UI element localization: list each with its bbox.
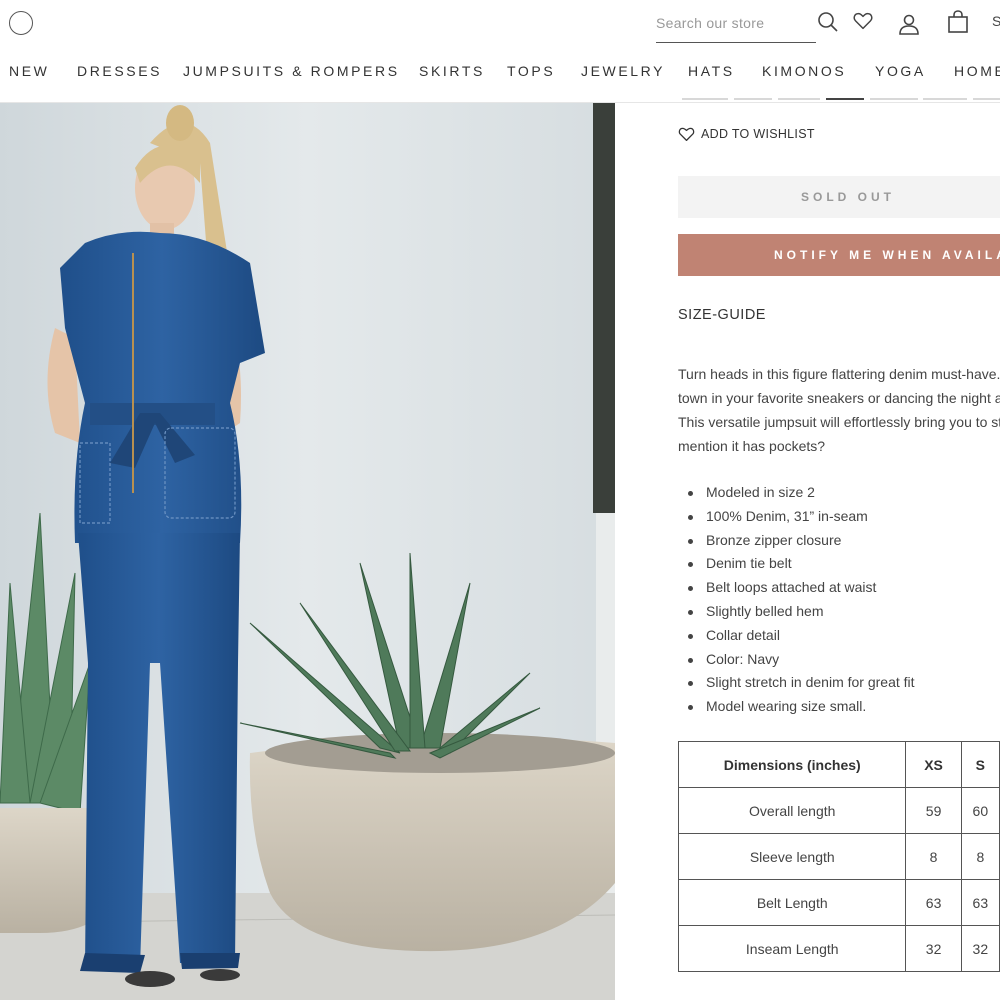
feature-item: Modeled in size 2 bbox=[688, 481, 915, 505]
description-line: mention it has pockets? bbox=[678, 438, 826, 454]
feature-item: Slight stretch in denim for great fit bbox=[688, 671, 915, 695]
variant-tab[interactable] bbox=[973, 98, 1000, 100]
site-header: S NEW DRESSES JUMPSUITS & ROMPERS SKIRTS… bbox=[0, 0, 1000, 103]
feature-item: Model wearing size small. bbox=[688, 695, 915, 719]
cart-icon[interactable] bbox=[946, 10, 970, 34]
add-to-wishlist[interactable]: ADD TO WISHLIST bbox=[678, 126, 815, 142]
table-row: Overall length 59 60 bbox=[677, 787, 1000, 834]
nav-jumpsuits-rompers[interactable]: JUMPSUITS & ROMPERS bbox=[183, 63, 400, 79]
description-line: Turn heads in this figure flattering den… bbox=[678, 366, 1000, 382]
logo-circle[interactable] bbox=[9, 11, 33, 35]
feature-item: 100% Denim, 31” in-seam bbox=[688, 505, 915, 529]
product-description: Turn heads in this figure flattering den… bbox=[678, 362, 1000, 458]
table-cell: 32 bbox=[905, 925, 962, 972]
feature-item: Denim tie belt bbox=[688, 552, 915, 576]
variant-tabs bbox=[680, 98, 1000, 104]
feature-item: Slightly belled hem bbox=[688, 600, 915, 624]
search-input[interactable] bbox=[656, 8, 816, 38]
feature-item: Color: Navy bbox=[688, 648, 915, 672]
nav-hats[interactable]: HATS bbox=[688, 63, 735, 79]
nav-tops[interactable]: TOPS bbox=[507, 63, 555, 79]
variant-tab[interactable] bbox=[778, 98, 820, 100]
nav-home[interactable]: HOME bbox=[954, 63, 1000, 79]
variant-tab[interactable] bbox=[923, 98, 967, 100]
variant-tab[interactable] bbox=[734, 98, 772, 100]
table-cell: Overall length bbox=[677, 787, 907, 834]
nav-new[interactable]: NEW bbox=[9, 63, 49, 79]
size-guide-link[interactable]: SIZE-GUIDE bbox=[678, 307, 766, 323]
table-cell: 8 bbox=[905, 833, 962, 880]
feature-item: Belt loops attached at waist bbox=[688, 576, 915, 600]
table-cell: 32 bbox=[960, 925, 1000, 972]
description-line: This versatile jumpsuit will effortlessl… bbox=[678, 414, 1000, 430]
nav-skirts[interactable]: SKIRTS bbox=[419, 63, 485, 79]
product-image[interactable] bbox=[0, 103, 615, 1000]
table-header: Dimensions (inches) bbox=[677, 741, 907, 788]
heart-icon[interactable] bbox=[851, 9, 875, 33]
nav-dresses[interactable]: DRESSES bbox=[77, 63, 162, 79]
feature-item: Bronze zipper closure bbox=[688, 529, 915, 553]
feature-list: Modeled in size 2 100% Denim, 31” in-sea… bbox=[688, 481, 915, 719]
nav-kimonos[interactable]: KIMONOS bbox=[762, 63, 846, 79]
variant-tab[interactable] bbox=[682, 98, 728, 100]
wishlist-label: ADD TO WISHLIST bbox=[701, 127, 815, 141]
sold-out-button[interactable]: SOLD OUT bbox=[678, 176, 1000, 218]
table-cell: Inseam Length bbox=[677, 925, 907, 972]
table-cell: 59 bbox=[905, 787, 962, 834]
feature-item: Collar detail bbox=[688, 624, 915, 648]
table-cell: Sleeve length bbox=[677, 833, 907, 880]
nav-jewelry[interactable]: JEWELRY bbox=[581, 63, 665, 79]
account-icon[interactable] bbox=[897, 12, 921, 36]
description-line: town in your favorite sneakers or dancin… bbox=[678, 390, 1000, 406]
table-cell: 63 bbox=[905, 879, 962, 926]
search-bar bbox=[656, 8, 816, 43]
table-row: Sleeve length 8 8 bbox=[677, 833, 1000, 880]
search-icon[interactable] bbox=[816, 10, 840, 34]
table-row: Belt Length 63 63 bbox=[677, 879, 1000, 926]
table-cell: 63 bbox=[960, 879, 1000, 926]
variant-tab[interactable] bbox=[870, 98, 918, 100]
table-cell: Belt Length bbox=[677, 879, 907, 926]
table-cell: 60 bbox=[960, 787, 1000, 834]
table-row: Inseam Length 32 32 bbox=[677, 925, 1000, 972]
header-cut-label[interactable]: S bbox=[992, 13, 1000, 29]
table-header-row: Dimensions (inches) XS S bbox=[677, 741, 1000, 788]
table-header: XS bbox=[905, 741, 962, 788]
table-header: S bbox=[960, 741, 1000, 788]
heart-icon bbox=[678, 127, 695, 142]
variant-tab-active[interactable] bbox=[826, 98, 864, 100]
table-cell: 8 bbox=[960, 833, 1000, 880]
dimensions-table: Dimensions (inches) XS S Overall length … bbox=[677, 741, 1000, 972]
nav-yoga[interactable]: YOGA bbox=[875, 63, 926, 79]
notify-me-button[interactable]: NOTIFY ME WHEN AVAILABLE bbox=[678, 234, 1000, 276]
